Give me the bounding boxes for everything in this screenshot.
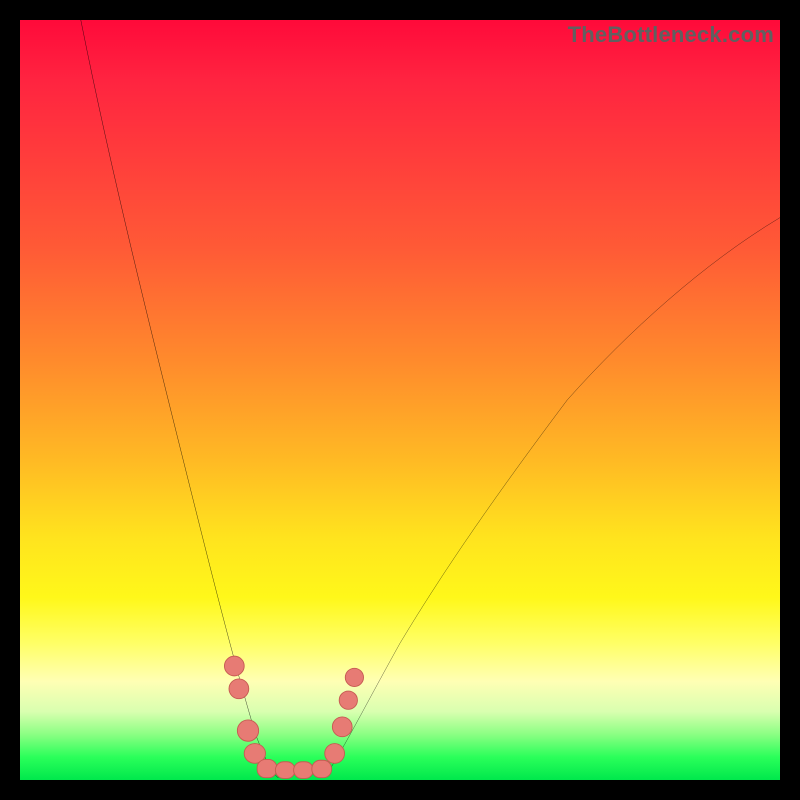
right-branch-curve — [324, 218, 780, 778]
plot-area: TheBottleneck.com — [20, 20, 780, 780]
bottleneck-markers — [224, 656, 363, 778]
chart-frame: TheBottleneck.com — [0, 0, 800, 800]
curve-overlay — [20, 20, 780, 780]
watermark-text: TheBottleneck.com — [568, 22, 774, 48]
left-branch-curve — [81, 20, 279, 778]
